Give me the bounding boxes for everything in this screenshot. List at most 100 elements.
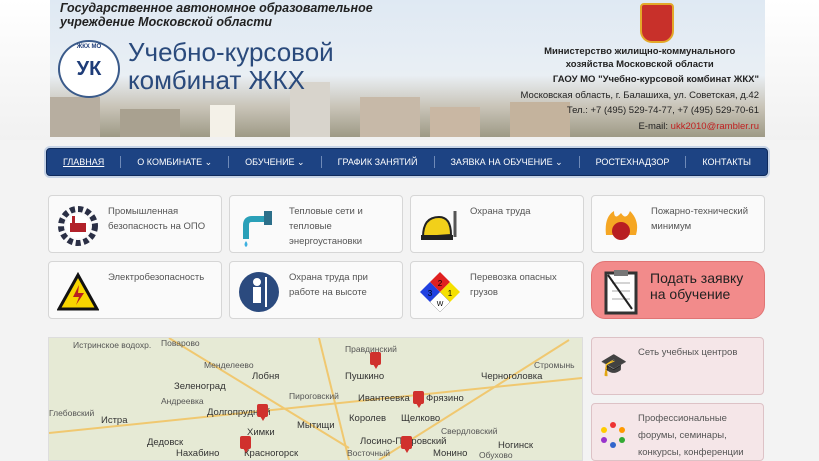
map-marker-vostochny[interactable] [401,436,412,453]
map-city-label: Черноголовка [481,371,543,382]
faucet-icon [238,206,280,247]
map-city-label: Лобня [252,371,280,382]
card-heat-networks[interactable]: Тепловые сети и тепловые энергоустановки [229,195,403,253]
hazard-health-value: 2 [438,279,443,288]
map-city-label: Красногорск [244,448,299,459]
fire-icon [600,206,642,246]
nav-rostekhnadzor[interactable]: РОСТЕХНАДЗОР [596,157,670,167]
nav-divider [228,156,230,168]
map-city-label: Стромынь [534,360,575,370]
brand-title[interactable]: Учебно-курсовой комбинат ЖКХ [128,38,334,94]
map-city-label: Дедовск [147,437,184,448]
map-city-label: Химки [247,427,275,438]
brand-line1: Учебно-курсовой [128,37,334,67]
card-label: Перевозка опасных грузов [470,272,557,298]
card-labor-protection[interactable]: Охрана труда [410,195,584,253]
map-city-label: Андреевка [161,396,204,406]
high-voltage-icon [57,271,99,312]
nav-training[interactable]: ОБУЧЕНИЕ ⌄ [245,157,304,168]
org-name-line2: учреждение Московской области [60,15,273,29]
map-marker-shchelkovo[interactable] [413,391,424,408]
card-height-work[interactable]: Охрана труда при работе на высоте [229,261,403,319]
nav-application[interactable]: ЗАЯВКА НА ОБУЧЕНИЕ ⌄ [451,157,563,168]
industry-gear-icon [57,206,99,246]
site-logo[interactable]: ЖКХ МО УК [58,40,120,98]
card-label: Тепловые сети и тепловые энергоустановки [289,206,363,247]
hazard-flammability-value: 3 [428,289,433,298]
card-label: Подать заявку на обучение [650,270,744,302]
map-marker-pushkino[interactable] [370,352,381,369]
hazard-reactivity-value: 1 [448,289,453,298]
map-city-label: Пироговский [289,391,339,401]
card-label: Пожарно-технический минимум [651,206,748,232]
map-city-label: Глебовский [49,408,95,418]
map-city-label: Ивантеевка [358,393,410,404]
address: Московская область, г. Балашиха, ул. Сов… [520,89,759,101]
map-city-label: Истра [101,415,128,426]
email-link[interactable]: ukk2010@rambler.ru [671,121,759,132]
map-city-label: Восточный [347,448,390,458]
map-city-label: Обухово [479,450,513,460]
apply-for-training-button[interactable]: Подать заявку на обучение [591,261,765,319]
map-marker-krasnogorsk[interactable] [240,436,251,453]
card-industrial-safety[interactable]: Промышленная безопасность на ОПО [48,195,222,253]
nav-home[interactable]: ГЛАВНАЯ [63,157,104,167]
map-city-label: Свердловский [441,426,498,436]
nav-contacts[interactable]: КОНТАКТЫ [702,157,751,167]
map-city-label: Менделеево [204,360,254,370]
map-city-label: Мытищи [297,420,335,431]
hard-hat-icon [419,206,461,246]
org-short: ГАОУ МО "Учебно-курсовой комбинат ЖКХ" [552,74,759,85]
logo-mark: УК [76,57,102,80]
map-city-label: Фрязино [426,393,464,404]
side-card-label: Профессиональные форумы, семинары, конку… [638,413,744,458]
hazard-diamond-icon: 23 1W [419,272,461,313]
card-fire-safety[interactable]: Пожарно-технический минимум [591,195,765,253]
org-name-line1: Государственное автономное образовательн… [60,1,373,15]
side-card-label: Сеть учебных центров [638,347,738,358]
email-label: E-mail: [638,120,669,132]
logo-caption: ЖКХ МО [76,44,102,50]
card-label: Охрана труда при работе на высоте [289,272,368,298]
main-nav: ГЛАВНАЯ О КОМБИНАТЕ ⌄ ОБУЧЕНИЕ ⌄ ГРАФИК … [46,148,768,176]
map-city-label: Нахабино [176,448,220,459]
building-decoration [120,109,180,137]
card-label: Охрана труда [470,206,531,217]
card-electrical-safety[interactable]: Электробезопасность [48,261,222,319]
map-city-label: Щелково [401,413,441,424]
card-label: Электробезопасность [108,272,205,283]
clipboard-icon [600,270,642,315]
map-city-label: Поварово [161,338,200,348]
nav-divider [433,156,435,168]
nav-divider [578,156,580,168]
nav-schedule[interactable]: ГРАФИК ЗАНЯТИЙ [338,157,418,167]
map-city-label: Пушкино [345,371,385,382]
building-decoration [360,97,420,137]
map-city-label: Истринское водохр. [73,340,152,350]
nav-about[interactable]: О КОМБИНАТЕ ⌄ [137,157,212,168]
nav-divider [120,156,122,168]
map-marker-khimki[interactable] [257,404,268,421]
card-dangerous-goods[interactable]: 2 3 1 W Перевозка опасных грузов [410,261,584,319]
phone: Тел.: +7 (495) 529-74-77, +7 (495) 529-7… [566,105,759,116]
map-city-label: Королев [349,413,387,424]
map-city-label: Монино [433,448,468,459]
card-label: Промышленная безопасность на ОПО [108,206,206,232]
people-circle-icon [600,422,626,454]
building-decoration [210,105,235,137]
site-header: Государственное автономное образовательн… [50,0,765,137]
brand-line2: комбинат ЖКХ [128,65,305,95]
building-decoration [50,97,100,137]
map-city-label: Зеленоград [174,381,226,392]
nav-divider [320,156,322,168]
building-decoration [430,107,480,137]
professional-events-link[interactable]: Профессиональные форумы, семинары, конку… [591,403,764,461]
training-centers-map[interactable]: Истринское водохр. Поварово Менделеево Л… [48,337,583,461]
org-name: Государственное автономное образовательн… [60,1,373,29]
hazard-special-value: W [437,301,444,308]
coat-of-arms-icon [640,3,674,43]
nav-divider [685,156,687,168]
contact-info: Министерство жилищно-коммунального хозяй… [521,44,759,134]
training-centers-network-link[interactable]: 🎓 Сеть учебных центров [591,337,764,395]
graduation-cap-icon: 🎓 [600,352,628,377]
